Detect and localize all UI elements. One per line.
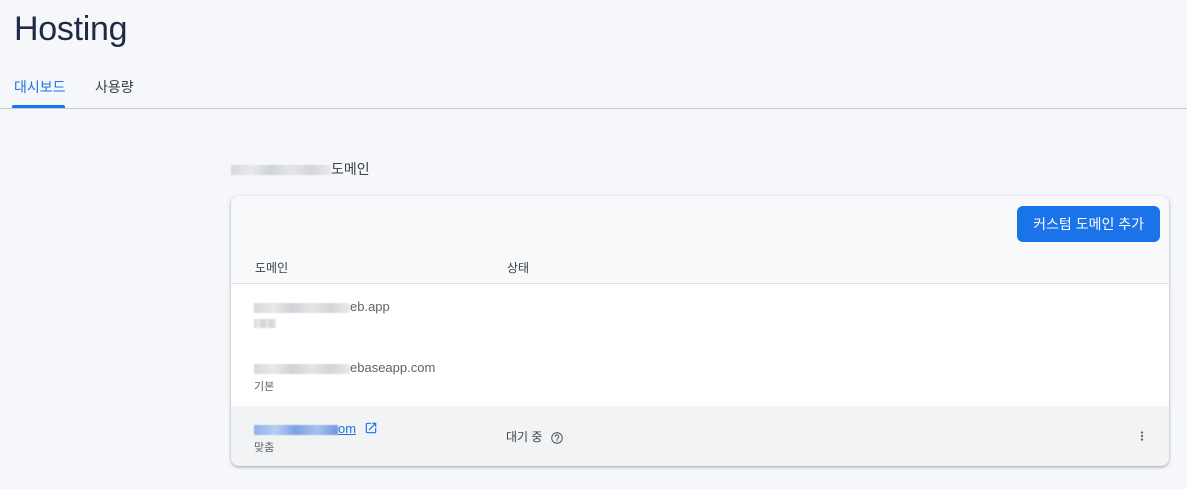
help-circle-icon[interactable] <box>550 431 564 445</box>
status-text: 대기 중 <box>506 430 543 444</box>
add-custom-domain-button[interactable]: 커스텀 도메인 추가 <box>1017 206 1160 242</box>
tab-bar: 대시보드 사용량 <box>0 64 1187 109</box>
table-row: ebaseapp.com 기본 <box>231 345 1169 407</box>
domain-suffix: om <box>338 421 357 436</box>
domains-card: 커스텀 도메인 추가 도메인 상태 eb.app ebaseapp.com 기본… <box>231 196 1169 466</box>
tab-usage[interactable]: 사용량 <box>95 77 134 97</box>
domain-sublabel: 기본 <box>254 381 275 393</box>
section-title-label: 도메인 <box>331 161 370 177</box>
more-vert-icon[interactable] <box>1135 426 1149 446</box>
domain-name: ebaseapp.com <box>254 360 435 375</box>
tab-dashboard[interactable]: 대시보드 <box>14 77 66 97</box>
status-cell: 대기 중 <box>506 428 564 445</box>
redacted-domain-prefix <box>254 363 350 374</box>
redacted-domain-prefix <box>254 302 350 313</box>
card-header: 커스텀 도메인 추가 도메인 상태 <box>231 196 1169 284</box>
domain-name: eb.app <box>254 299 390 314</box>
column-header-status: 상태 <box>507 261 530 275</box>
active-tab-indicator <box>12 105 65 108</box>
redacted-domain-prefix <box>254 424 338 435</box>
table-row: eb.app <box>231 284 1169 346</box>
page-title: Hosting <box>14 10 128 48</box>
open-in-new-icon[interactable] <box>364 421 378 435</box>
domain-suffix: eb.app <box>350 299 390 314</box>
domain-suffix: ebaseapp.com <box>350 360 436 375</box>
redacted-sublabel <box>254 318 276 328</box>
table-row: om 맞춤 대기 중 <box>231 406 1169 466</box>
column-header-domain: 도메인 <box>255 261 289 275</box>
section-title: 도메인 <box>231 159 370 179</box>
redacted-site-name <box>231 165 331 176</box>
domain-sublabel <box>254 317 276 329</box>
domain-link[interactable]: om <box>254 421 356 436</box>
domain-sublabel: 맞춤 <box>254 442 275 454</box>
